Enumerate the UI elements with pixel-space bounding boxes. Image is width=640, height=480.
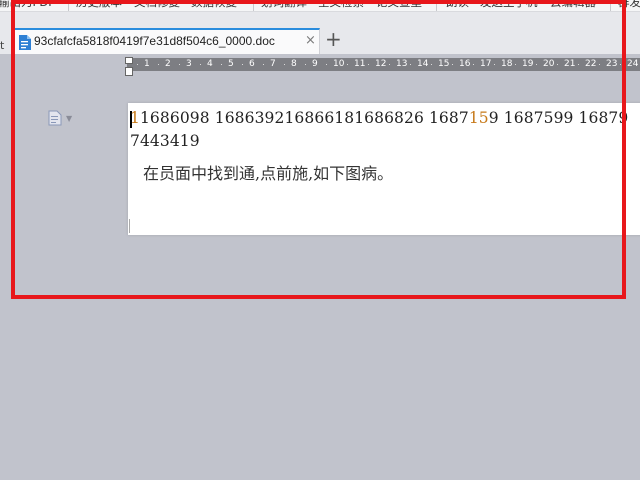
tab-overflow-stub[interactable]: t [0, 39, 10, 53]
ruler-tick-label: 24 [627, 59, 639, 69]
highlight-frame [11, 0, 626, 299]
